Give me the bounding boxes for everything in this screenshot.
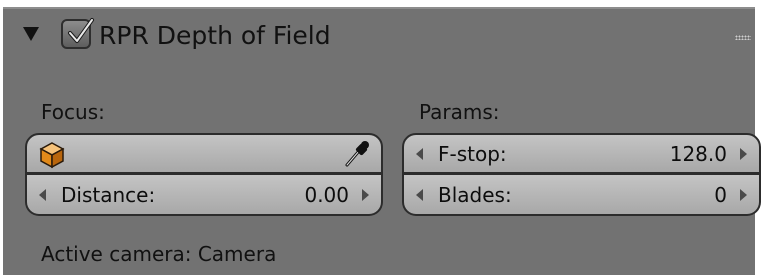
panel-header[interactable]: RPR Depth of Field: [3, 9, 755, 61]
collapse-triangle-icon[interactable]: [23, 27, 39, 41]
distance-value: 0.00: [304, 182, 349, 207]
decrement-arrow-icon[interactable]: [416, 147, 423, 160]
panel-title: RPR Depth of Field: [99, 21, 331, 50]
focus-object-field[interactable]: [25, 133, 383, 174]
increment-arrow-icon[interactable]: [740, 147, 747, 160]
enable-checkbox[interactable]: [61, 18, 94, 49]
fstop-label: F-stop:: [438, 141, 507, 166]
blades-label: Blades:: [438, 182, 512, 207]
fstop-field[interactable]: F-stop: 128.0: [402, 133, 761, 174]
decrement-arrow-icon[interactable]: [416, 188, 423, 201]
decrement-arrow-icon[interactable]: [39, 188, 46, 201]
distance-label: Distance:: [61, 182, 156, 207]
object-cube-icon: [39, 142, 65, 169]
checkmark-icon: [68, 18, 94, 43]
active-camera-text: Active camera: Camera: [41, 242, 277, 266]
blades-field[interactable]: Blades: 0: [402, 174, 761, 216]
eyedropper-icon[interactable]: [343, 139, 371, 169]
rpr-depth-of-field-panel: RPR Depth of Field Focus: Distance: 0.00…: [3, 7, 761, 275]
drag-grip-icon[interactable]: [735, 35, 751, 40]
fstop-value: 128.0: [669, 141, 727, 166]
params-label: Params:: [419, 100, 500, 124]
distance-field[interactable]: Distance: 0.00: [25, 174, 383, 216]
increment-arrow-icon[interactable]: [740, 188, 747, 201]
blades-value: 0: [714, 182, 727, 207]
focus-label: Focus:: [41, 100, 105, 124]
increment-arrow-icon[interactable]: [362, 188, 369, 201]
